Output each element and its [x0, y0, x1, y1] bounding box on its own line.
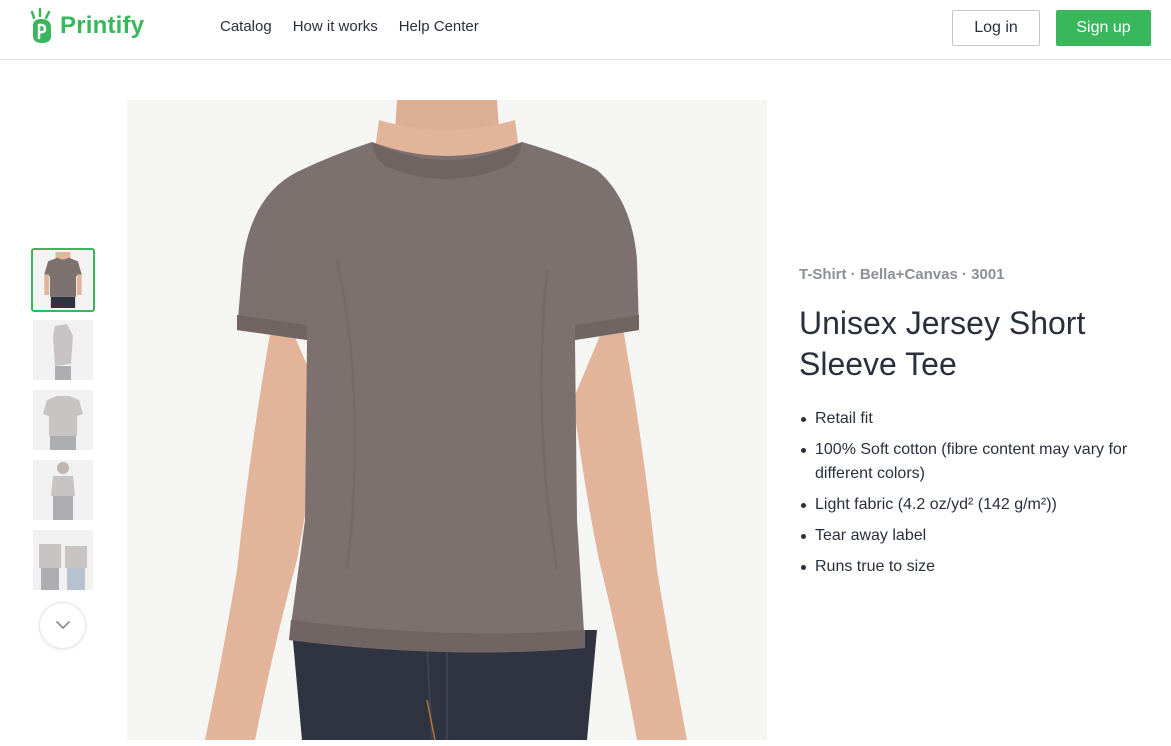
- feature-item: Tear away label: [799, 524, 1159, 548]
- logo-text: Printify: [60, 12, 145, 39]
- feature-item: Light fabric (4.2 oz/yd² (142 g/m²)): [799, 493, 1159, 517]
- product-category-breadcrumb: T-Shirt · Bella+Canvas · 3001: [799, 266, 1005, 283]
- printify-logo-icon: [30, 7, 56, 44]
- thumbnail-back-view[interactable]: [33, 390, 93, 450]
- product-info: T-Shirt · Bella+Canvas · 3001 Unisex Jer…: [799, 266, 1159, 586]
- top-navigation-bar: Printify Catalog How it works Help Cente…: [0, 0, 1171, 60]
- product-main-image: [127, 100, 767, 740]
- printify-logo[interactable]: Printify: [30, 6, 144, 46]
- nav-help-center[interactable]: Help Center: [399, 18, 479, 35]
- nav-how-it-works[interactable]: How it works: [293, 18, 378, 35]
- feature-item: 100% Soft cotton (fibre content may vary…: [799, 438, 1159, 486]
- product-features-list: Retail fit 100% Soft cotton (fibre conte…: [799, 407, 1159, 579]
- nav-catalog[interactable]: Catalog: [220, 18, 272, 35]
- login-button[interactable]: Log in: [952, 10, 1040, 46]
- thumbnail-front-view[interactable]: [31, 248, 95, 312]
- feature-item: Runs true to size: [799, 555, 1159, 579]
- product-title: Unisex Jersey Short Sleeve Tee: [799, 305, 1086, 382]
- thumbnails-scroll-down-button[interactable]: [39, 602, 86, 649]
- thumbnail-female-model-view[interactable]: [33, 460, 93, 520]
- chevron-down-icon: [55, 617, 71, 635]
- feature-item: Retail fit: [799, 407, 1159, 431]
- thumbnail-side-view[interactable]: [33, 320, 93, 380]
- main-nav: Catalog How it works Help Center: [220, 18, 479, 35]
- thumbnail-couple-view[interactable]: [33, 530, 93, 590]
- signup-button[interactable]: Sign up: [1056, 10, 1151, 46]
